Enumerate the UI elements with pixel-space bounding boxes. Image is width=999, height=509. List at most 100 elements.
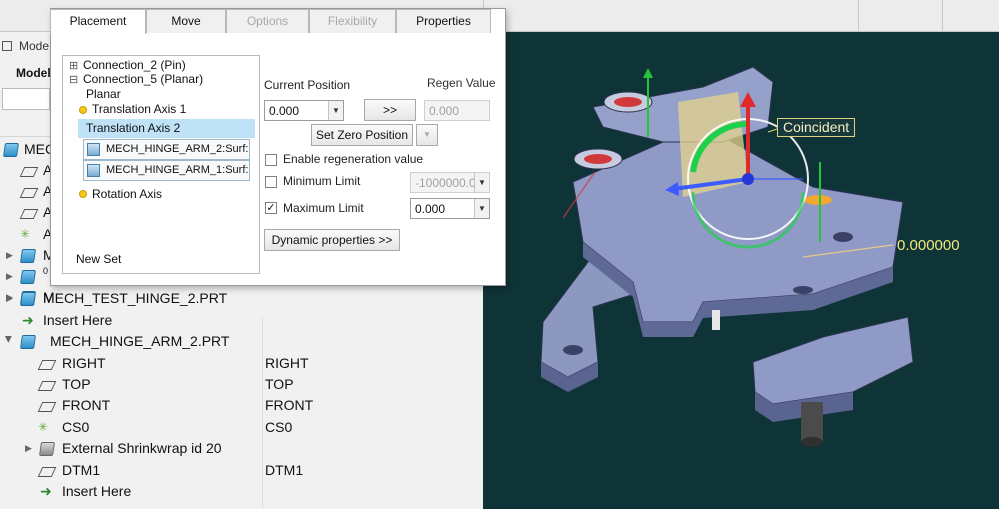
tree-row-label: TOP xyxy=(62,376,91,392)
reference-surface-2[interactable]: MECH_HINGE_ARM_1:Surf:F xyxy=(83,160,250,181)
regen-value-input[interactable]: 0.000 xyxy=(424,100,490,121)
new-set-link[interactable]: New Set xyxy=(76,252,121,266)
ribbon-separator xyxy=(942,0,943,32)
tree-row-label: MECH_TEST_HINGE_2.PRT xyxy=(43,290,228,306)
offset-value-label[interactable]: 0.000000 xyxy=(897,237,960,254)
tree-row-mech-hinge-arm-2[interactable]: ▶ MECH_HINGE_ARM_2.PRT xyxy=(0,332,480,353)
maximum-limit-select[interactable]: 0.000 ▼ xyxy=(410,198,490,219)
shaft-end-shape xyxy=(801,437,823,447)
tree-row-label: External Shrinkwrap id 20 xyxy=(62,440,222,456)
set-zero-dropdown-icon[interactable]: ▼ xyxy=(416,124,438,146)
tree-row-label: CS0 xyxy=(62,419,90,435)
hole-shape xyxy=(833,232,853,242)
chevron-down-icon[interactable]: ▼ xyxy=(328,101,343,120)
datum-plane-icon xyxy=(19,209,39,219)
orange-highlight-ring xyxy=(804,195,832,205)
model-tree-title: Model xyxy=(16,66,51,80)
set-connection-2[interactable]: Connection_2 (Pin) xyxy=(83,58,186,72)
expand-arrow-icon[interactable]: ▶ xyxy=(25,443,33,453)
expand-arrow-icon[interactable]: ▶ xyxy=(6,271,14,281)
maximum-limit-label: Maximum Limit xyxy=(283,201,364,215)
tree-row-mech-test-hinge-2[interactable]: ▶ MECH_TEST_HINGE_2.PRT xyxy=(0,289,480,310)
tree-row-insert-here[interactable]: ➜ Insert Here xyxy=(0,311,480,332)
assembly-3d-render xyxy=(540,66,914,447)
tree-row-label: DTM1 xyxy=(62,462,101,478)
tab-placement[interactable]: Placement xyxy=(50,9,146,34)
tree-search-input[interactable] xyxy=(2,88,50,110)
insert-arrow-icon: ➜ xyxy=(40,483,52,499)
tree-row-front[interactable]: FRONT FRONT xyxy=(0,396,480,417)
minimum-limit-select[interactable]: -1000000.00 ▼ xyxy=(410,172,490,193)
tree-row-label: Insert Here xyxy=(43,312,113,328)
set-connection-5[interactable]: Connection_5 (Planar) xyxy=(83,72,203,86)
set-zero-position-button[interactable]: Set Zero Position xyxy=(311,124,413,146)
tree-row-label: Insert Here xyxy=(62,483,132,499)
reference-label: MECH_HINGE_ARM_2:Surf:F xyxy=(106,143,250,155)
connection-set-list: ⊞ Connection_2 (Pin) ⊟ Connection_5 (Pla… xyxy=(62,55,260,274)
part-icon xyxy=(20,249,36,263)
datum-plane-icon xyxy=(37,402,57,412)
set-planar[interactable]: Planar xyxy=(86,87,121,101)
tab-flexibility[interactable]: Flexibility xyxy=(309,9,396,33)
reference-surface-1[interactable]: MECH_HINGE_ARM_2:Surf:F xyxy=(83,139,250,160)
graphics-viewport[interactable]: Coincident 0.000000 xyxy=(483,32,999,509)
collapse-box-icon[interactable]: ⊟ xyxy=(69,73,78,86)
tab-options[interactable]: Options xyxy=(226,9,309,33)
enable-regen-label: Enable regeneration value xyxy=(283,152,424,166)
datum-plane-icon xyxy=(19,188,39,198)
lower-block-shape xyxy=(752,316,914,405)
dialog-tabs: Placement Move Options Flexibility Prope… xyxy=(50,9,491,34)
minimum-limit-checkbox[interactable] xyxy=(265,176,277,188)
collapse-arrow-icon[interactable]: ▶ xyxy=(4,336,14,344)
copy-to-regen-button[interactable]: >> xyxy=(364,99,416,121)
ribbon-separator xyxy=(858,0,859,32)
tree-row-right[interactable]: RIGHT RIGHT xyxy=(0,354,480,375)
arrow-head-green xyxy=(643,68,653,78)
insert-arrow-icon: ➜ xyxy=(22,312,34,328)
tab-properties[interactable]: Properties xyxy=(396,9,491,33)
tab-move[interactable]: Move xyxy=(146,9,226,33)
datum-plane-icon xyxy=(37,360,57,370)
minimum-limit-value: -1000000.00 xyxy=(415,176,483,190)
set-rotation-axis[interactable]: Rotation Axis xyxy=(92,187,162,201)
surface-ref-icon xyxy=(87,143,100,156)
maximum-limit-checkbox[interactable]: ✓ xyxy=(265,202,277,214)
chevron-down-icon[interactable]: ▼ xyxy=(474,173,489,192)
part-icon xyxy=(20,270,36,284)
current-position-select[interactable]: 0.000 ▼ xyxy=(264,100,344,121)
shrinkwrap-icon xyxy=(39,442,55,456)
tree-row-label: RIGHT xyxy=(62,355,106,371)
set-translation-axis-2[interactable]: Translation Axis 2 xyxy=(78,119,255,138)
tree-row-column2: FRONT xyxy=(265,397,314,413)
tree-row-top[interactable]: TOP TOP xyxy=(0,375,480,396)
tree-row-dtm1[interactable]: DTM1 DTM1 xyxy=(0,461,480,482)
maximum-limit-value: 0.000 xyxy=(415,202,446,216)
model-tree-tab-label: Mode xyxy=(19,39,50,53)
expand-box-icon[interactable]: ⊞ xyxy=(69,59,78,72)
expand-arrow-icon[interactable]: ▶ xyxy=(6,293,14,303)
tree-row-column2: RIGHT xyxy=(265,355,309,371)
tree-row-label: MECH_HINGE_ARM_2.PRT xyxy=(50,333,230,349)
minimum-limit-label: Minimum Limit xyxy=(283,174,361,188)
dynamic-properties-button[interactable]: Dynamic properties >> xyxy=(264,229,400,251)
tree-row-column2: CS0 xyxy=(265,419,293,435)
constraint-tag[interactable]: Coincident xyxy=(777,118,856,137)
set-translation-axis-1[interactable]: Translation Axis 1 xyxy=(92,102,186,116)
hole-shape xyxy=(563,345,583,355)
enable-regen-checkbox[interactable] xyxy=(265,154,277,166)
dragger-center xyxy=(742,173,754,185)
tree-row-label: FRONT xyxy=(62,397,111,413)
datum-plane-icon xyxy=(37,467,57,477)
reference-label: MECH_HINGE_ARM_1:Surf:F xyxy=(106,164,250,176)
surface-ref-icon xyxy=(87,164,100,177)
current-position-value: 0.000 xyxy=(269,104,300,118)
tree-row-cs0[interactable]: ✳ CS0 CS0 xyxy=(0,418,480,439)
coordinate-system-icon: ✳ xyxy=(38,420,49,434)
tree-row-column2: DTM1 xyxy=(265,462,304,478)
hole-shape xyxy=(793,286,813,294)
tree-row-insert-here-2[interactable]: ➜ Insert Here xyxy=(0,482,480,503)
regen-value-text: 0.000 xyxy=(429,104,460,118)
tree-row-external-shrinkwrap[interactable]: ▶ External Shrinkwrap id 20 xyxy=(0,439,480,460)
chevron-down-icon[interactable]: ▼ xyxy=(474,199,489,218)
expand-arrow-icon[interactable]: ▶ xyxy=(6,250,14,260)
